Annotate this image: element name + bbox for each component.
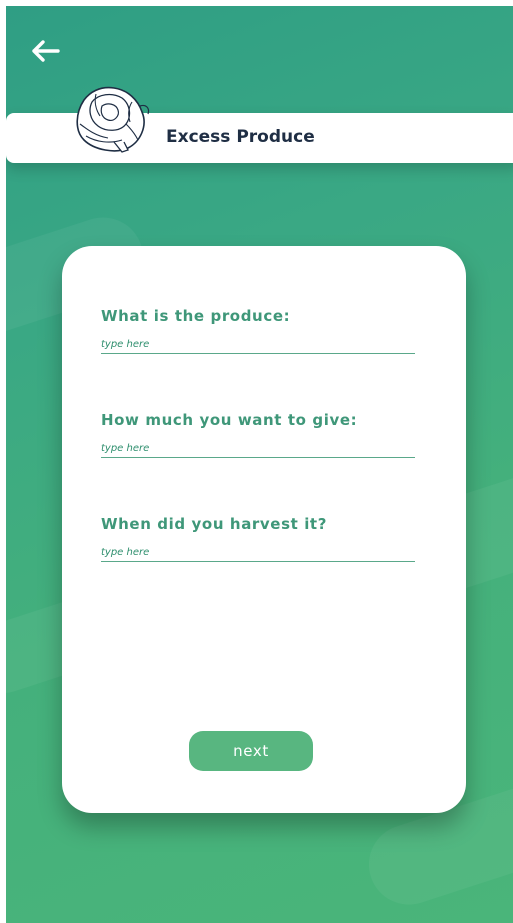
amount-input[interactable] — [101, 443, 415, 458]
harvest-date-input[interactable] — [101, 547, 415, 562]
back-button[interactable] — [28, 34, 62, 68]
produce-input[interactable] — [101, 339, 415, 354]
cabbage-icon — [76, 86, 150, 153]
amount-label: How much you want to give: — [101, 411, 358, 429]
produce-label: What is the produce: — [101, 307, 291, 325]
harvest-date-field: When did you harvest it? — [101, 515, 415, 562]
harvest-date-label: When did you harvest it? — [101, 515, 328, 533]
arrow-left-icon — [32, 40, 60, 62]
produce-field: What is the produce: — [101, 307, 415, 354]
amount-field: How much you want to give: — [101, 411, 415, 458]
form-card: What is the produce: How much you want t… — [62, 246, 466, 813]
next-button[interactable]: next — [189, 731, 313, 771]
app-screen: Excess Produce What is the produce: How … — [6, 6, 513, 923]
page-title: Excess Produce — [166, 127, 315, 147]
